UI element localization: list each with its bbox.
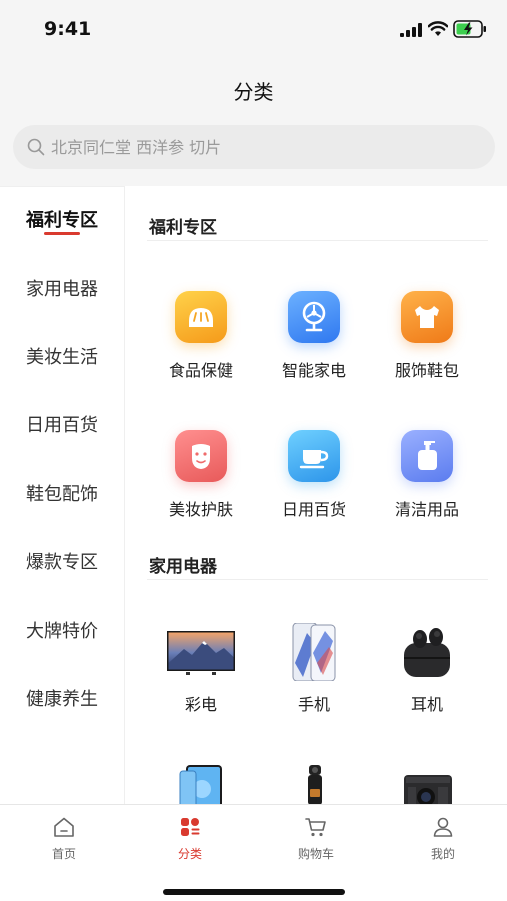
sidebar-item-health[interactable]: 健康养生 xyxy=(0,680,124,720)
section-divider xyxy=(147,579,488,580)
bottom-tab-bar: 首页 分类 购物车 我的 xyxy=(0,804,507,901)
section-title: 家用电器 xyxy=(149,557,217,577)
category-item-label: 日用百货 xyxy=(281,500,346,519)
status-bar: 9:41 xyxy=(0,0,507,60)
tab-label: 购物车 xyxy=(297,847,334,861)
search-icon xyxy=(27,138,45,156)
tab-label: 我的 xyxy=(430,847,455,861)
tab-label: 分类 xyxy=(177,847,202,861)
tab-home[interactable]: 首页 xyxy=(1,815,127,862)
active-indicator xyxy=(44,232,80,235)
section-divider xyxy=(147,240,488,241)
nav-bar: 分类 xyxy=(0,60,507,114)
search-bar[interactable] xyxy=(13,125,495,169)
tab-label: 首页 xyxy=(51,847,76,861)
tab-category[interactable]: 分类 xyxy=(127,815,253,862)
category-item-phone[interactable]: 手机 xyxy=(264,622,364,715)
category-item-skincare[interactable]: 美妆护肤 xyxy=(151,430,251,520)
category-item-label: 清洁用品 xyxy=(394,500,459,519)
category-item-apparel[interactable]: 服饰鞋包 xyxy=(377,291,477,381)
cellular-signal-icon xyxy=(400,23,422,37)
tv-image xyxy=(166,623,236,681)
category-sidebar: 福利专区 家用电器 美妆生活 日用百货 鞋包配饰 爆款专区 大牌特价 健康养生 xyxy=(0,186,125,805)
battery-charging-icon xyxy=(453,20,486,38)
category-item-food-health[interactable]: 食品保健 xyxy=(151,291,251,381)
sidebar-item-brand-deals[interactable]: 大牌特价 xyxy=(0,612,124,652)
home-icon xyxy=(54,817,74,837)
category-item-label: 智能家电 xyxy=(281,361,346,380)
sidebar-item-hot-items[interactable]: 爆款专区 xyxy=(0,543,124,583)
category-content: 福利专区 食品保健 智能家电 服饰鞋包 美妆护肤 日用百货 清洁用品 家用电器 … xyxy=(125,187,507,804)
section-title: 福利专区 xyxy=(149,218,217,238)
tab-profile[interactable]: 我的 xyxy=(380,815,506,862)
sidebar-item-beauty-life[interactable]: 美妆生活 xyxy=(0,338,124,378)
tab-cart[interactable]: 购物车 xyxy=(253,815,379,862)
home-indicator xyxy=(163,889,345,895)
camera-image xyxy=(279,763,349,804)
sidebar-item-daily-goods[interactable]: 日用百货 xyxy=(0,406,124,446)
cart-icon xyxy=(305,818,326,837)
category-item-camera[interactable] xyxy=(264,763,364,804)
tablet-image xyxy=(166,763,236,804)
face-mask-icon xyxy=(175,430,227,482)
search-area xyxy=(0,114,507,186)
category-item-tv[interactable]: 彩电 xyxy=(151,623,251,715)
tshirt-icon xyxy=(401,291,453,343)
category-item-tablet[interactable] xyxy=(151,763,251,804)
category-item-label: 手机 xyxy=(297,695,330,714)
category-item-smart-appliances[interactable]: 智能家电 xyxy=(264,291,364,381)
phone-image xyxy=(279,622,349,682)
page-title: 分类 xyxy=(233,80,274,104)
fan-icon xyxy=(288,291,340,343)
cup-icon xyxy=(288,430,340,482)
bread-icon xyxy=(175,291,227,343)
category-item-projector[interactable] xyxy=(377,763,477,804)
sidebar-item-shoes-bags[interactable]: 鞋包配饰 xyxy=(0,475,124,515)
category-item-earphones[interactable]: 耳机 xyxy=(377,623,477,715)
category-icon xyxy=(181,818,200,836)
category-item-label: 美妆护肤 xyxy=(168,500,233,519)
projector-image xyxy=(392,763,462,804)
category-item-cleaning[interactable]: 清洁用品 xyxy=(377,430,477,520)
sidebar-item-appliances[interactable]: 家用电器 xyxy=(0,270,124,310)
status-time: 9:41 xyxy=(44,18,92,40)
category-item-label: 彩电 xyxy=(184,695,217,714)
category-item-label: 服饰鞋包 xyxy=(394,361,459,380)
wifi-icon xyxy=(428,21,448,36)
pump-bottle-icon xyxy=(401,430,453,482)
category-item-label: 食品保健 xyxy=(168,361,233,380)
category-item-label: 耳机 xyxy=(410,695,443,714)
search-input[interactable] xyxy=(51,125,471,169)
sidebar-item-welfare[interactable]: 福利专区 xyxy=(0,201,124,241)
category-item-daily-goods[interactable]: 日用百货 xyxy=(264,430,364,520)
earbuds-image xyxy=(392,623,462,681)
profile-icon xyxy=(433,817,453,837)
